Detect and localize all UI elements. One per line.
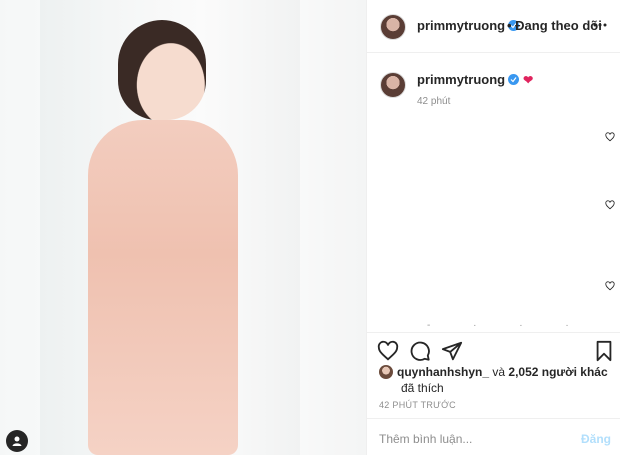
caption-age: 42 phút: [417, 96, 451, 107]
post-timestamp[interactable]: 42 PHÚT TRƯỚC: [379, 400, 456, 410]
avatar[interactable]: [380, 14, 406, 40]
likes-suffix: đã thích: [401, 381, 444, 395]
comments-area: primmytruong ❤ 42 phút - · · ·: [367, 52, 620, 332]
photo-subject-head: [118, 20, 206, 120]
caption-username[interactable]: primmytruong ❤: [417, 72, 533, 87]
caption-avatar[interactable]: [380, 72, 406, 98]
comment-like-heart-icon[interactable]: [605, 281, 615, 291]
post-header: primmytruong • Đang theo dõi: [367, 0, 620, 53]
verified-icon: [508, 74, 520, 85]
likes-summary: quynhanhshyn_ và 2,052 người khác đã thí…: [379, 364, 619, 396]
post-side-panel: primmytruong • Đang theo dõi primmytruon…: [366, 0, 620, 455]
liker-username[interactable]: quynhanhshyn_: [397, 365, 489, 379]
comment-like-heart-icon[interactable]: [605, 132, 615, 142]
curtain-right: [300, 0, 366, 455]
action-bar: [367, 332, 620, 367]
post-comment-button[interactable]: Đăng: [581, 432, 611, 446]
follow-status[interactable]: • Đang theo dõi: [507, 18, 602, 33]
photo-subject-dress: [88, 120, 238, 455]
header-username[interactable]: primmytruong: [417, 18, 520, 33]
bookmark-icon[interactable]: [593, 340, 615, 362]
comment-input[interactable]: Thêm bình luận...: [379, 432, 472, 446]
liker-avatar: [379, 365, 393, 379]
tagged-user-icon[interactable]: [6, 430, 28, 452]
comment-box: Thêm bình luận... Đăng: [367, 418, 620, 456]
more-icon[interactable]: [589, 14, 611, 36]
curtain-left: [0, 0, 40, 455]
heart-icon[interactable]: [377, 340, 399, 362]
share-icon[interactable]: [441, 340, 463, 362]
comment-like-heart-icon[interactable]: [605, 200, 615, 210]
comment-icon[interactable]: [409, 340, 431, 362]
loading-dots: - · · ·: [427, 320, 589, 331]
likes-count[interactable]: 2,052 người khác: [508, 365, 607, 379]
post-photo[interactable]: [0, 0, 366, 455]
caption-emoji: ❤: [523, 73, 534, 87]
